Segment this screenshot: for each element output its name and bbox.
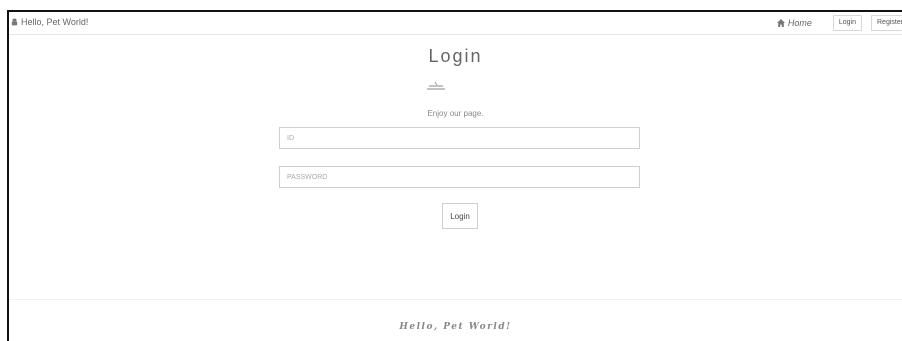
nav-register-button[interactable]: Register: [871, 15, 902, 31]
home-label: Home: [787, 18, 812, 28]
page-title: Login: [428, 46, 483, 66]
home-link[interactable]: Home: [776, 18, 812, 28]
paw-icon: [11, 18, 18, 26]
footer-divider: [9, 299, 902, 300]
nav-right: Home Login Register: [776, 15, 902, 31]
footer-text: Hello, Pet World!: [399, 322, 512, 332]
home-icon: [776, 19, 785, 27]
id-input[interactable]: [279, 127, 640, 149]
subtitle: Enjoy our page.: [427, 109, 484, 118]
login-button[interactable]: Login: [442, 203, 478, 229]
brand-link[interactable]: Hello, Pet World!: [11, 17, 88, 27]
top-navbar: Hello, Pet World! Home Login Register: [9, 12, 902, 35]
nav-login-button[interactable]: Login: [832, 15, 862, 31]
password-input[interactable]: [279, 166, 640, 188]
pen-divider-icon: [427, 82, 445, 90]
brand-text: Hello, Pet World!: [21, 17, 89, 27]
page-frame: Hello, Pet World! Home Login Register Lo…: [7, 10, 902, 341]
